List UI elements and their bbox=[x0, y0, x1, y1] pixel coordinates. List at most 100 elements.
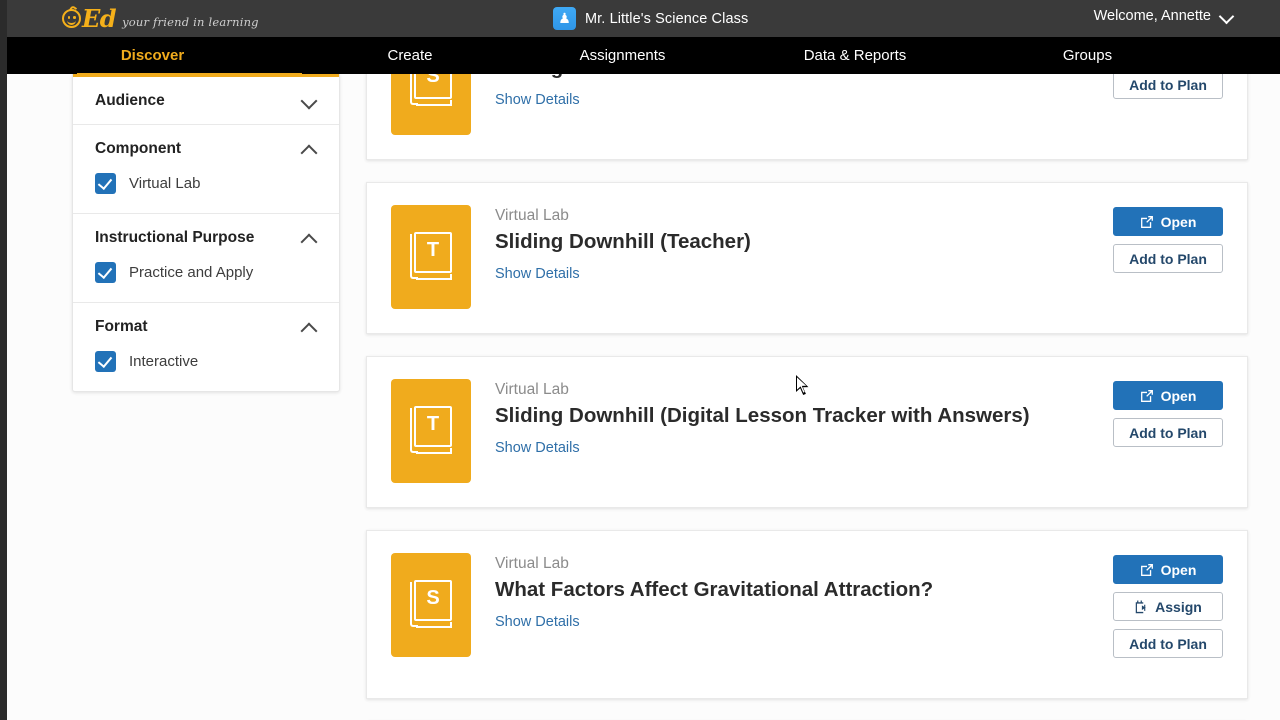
window-left-edge bbox=[0, 0, 7, 720]
filter-option[interactable]: Interactive bbox=[95, 350, 317, 391]
active-tab-underline bbox=[77, 73, 302, 77]
button-label: Add to Plan bbox=[1129, 635, 1207, 652]
filter-option-label: Virtual Lab bbox=[129, 175, 201, 192]
resource-card[interactable]: SVirtual LabSliding DownhillShow Details… bbox=[366, 74, 1248, 160]
filter-option[interactable]: Virtual Lab bbox=[95, 172, 317, 213]
resource-card-body: Virtual Lab Sliding Downhill (Teacher) Sho… bbox=[495, 205, 1113, 282]
class-name-label: Mr. Little's Science Class bbox=[585, 10, 749, 27]
chevron-up-icon[interactable] bbox=[301, 319, 317, 335]
nav-item-data-reports[interactable]: Data & Reports bbox=[730, 37, 980, 74]
filter-group-header[interactable]: Instructional Purpose bbox=[95, 214, 317, 261]
nav-item-assignments[interactable]: Assignments bbox=[515, 37, 730, 74]
welcome-label: Welcome, Annette bbox=[1093, 8, 1211, 24]
ed-logo-mark: Ed bbox=[62, 3, 117, 33]
external-link-icon bbox=[1140, 215, 1153, 228]
results-list: S Virtual Lab Sliding Downhill Show Details… bbox=[366, 74, 1248, 720]
resource-type-icon: T bbox=[391, 379, 471, 483]
add-to-plan-button[interactable]: Add to Plan bbox=[1113, 629, 1223, 658]
book-letter: T bbox=[426, 413, 440, 435]
nav-item-create[interactable]: Create bbox=[305, 37, 515, 74]
button-label: Assign bbox=[1155, 598, 1202, 615]
chevron-down-icon[interactable] bbox=[301, 93, 317, 109]
resource-card-actions: AssignAdd to Plan bbox=[1113, 74, 1223, 99]
filter-group-title: Component bbox=[95, 139, 182, 157]
book-letter: T bbox=[426, 239, 440, 261]
resource-title: What Factors Affect Gravitational Attrac… bbox=[495, 578, 934, 601]
resource-card-actions: Open Add to Plan bbox=[1113, 205, 1223, 273]
filter-group-title: Instructional Purpose bbox=[95, 228, 255, 246]
chevron-down-icon bbox=[1221, 10, 1234, 23]
resource-title: Sliding Downhill (Digital Lesson Tracker… bbox=[495, 404, 1030, 427]
nav-item-groups[interactable]: Groups bbox=[980, 37, 1195, 74]
filter-option-label: Interactive bbox=[129, 353, 199, 370]
ed-logo[interactable]: Ed your friend in learning bbox=[62, 3, 259, 33]
checkbox-checked-icon[interactable] bbox=[95, 173, 116, 194]
filter-option-label: Practice and Apply bbox=[129, 264, 254, 281]
book-glyph: T bbox=[410, 406, 452, 456]
resource-title: Sliding Downhill bbox=[495, 74, 1113, 80]
filter-group-title: Audience bbox=[95, 91, 165, 109]
show-details-link[interactable]: Show Details bbox=[495, 440, 1113, 456]
assign-button[interactable]: Assign bbox=[1113, 592, 1223, 621]
book-letter: S bbox=[426, 587, 440, 609]
resource-card[interactable]: T Virtual Lab Sliding Downhill (Digital Le… bbox=[366, 356, 1248, 508]
open-button[interactable]: Open bbox=[1113, 207, 1223, 236]
resource-type-icon: S bbox=[391, 553, 471, 657]
button-label: Open bbox=[1160, 561, 1197, 578]
main-nav: Discover Create Assignments Data & Reports G… bbox=[0, 37, 1280, 77]
chevron-up-icon[interactable] bbox=[301, 141, 317, 157]
show-details-link[interactable]: Show Details bbox=[495, 92, 1113, 108]
checkbox-checked-icon[interactable] bbox=[95, 351, 116, 372]
filter-group-audience: Audience bbox=[73, 77, 339, 125]
filter-group-header[interactable]: Component bbox=[95, 125, 317, 172]
user-menu[interactable]: Welcome, Annette bbox=[1094, 8, 1234, 24]
open-button[interactable]: Open bbox=[1113, 555, 1223, 584]
resource-card-actions: Open Assign Add to Plan bbox=[1113, 553, 1223, 658]
resource-card-body: Virtual LabSliding DownhillShow Details bbox=[495, 74, 1113, 108]
resource-type-label: Virtual Lab bbox=[495, 555, 569, 572]
top-bar: Ed your friend in learning ♟ Mr. Little'… bbox=[0, 0, 1280, 37]
filter-group-instructional-purpose: Instructional Purpose Practice and Apply bbox=[73, 214, 339, 303]
resource-type-icon: S bbox=[391, 74, 471, 135]
book-glyph: T bbox=[410, 232, 452, 282]
smiley-face-icon bbox=[62, 4, 81, 28]
filter-group-header[interactable]: Audience bbox=[95, 77, 317, 124]
show-details-link[interactable]: Show Details bbox=[495, 614, 1113, 630]
ed-logo-text: Ed bbox=[82, 3, 117, 33]
book-letter: S bbox=[426, 74, 440, 87]
app-root: Ed your friend in learning ♟ Mr. Little'… bbox=[0, 0, 1280, 720]
button-label: Add to Plan bbox=[1129, 250, 1207, 267]
nav-item-discover[interactable]: Discover bbox=[0, 37, 305, 74]
filter-group-component: Component Virtual Lab bbox=[73, 125, 339, 214]
filter-option[interactable]: Practice and Apply bbox=[95, 261, 317, 302]
filter-group-header[interactable]: Format bbox=[95, 303, 317, 350]
filter-group-title: Format bbox=[95, 317, 148, 335]
resource-card-body: Virtual Lab What Factors Affect Gravitati… bbox=[495, 553, 1113, 630]
chevron-up-icon[interactable] bbox=[301, 230, 317, 246]
button-label: Add to Plan bbox=[1129, 76, 1207, 93]
button-label: Open bbox=[1160, 387, 1197, 404]
filter-group-format: Format Interactive bbox=[73, 303, 339, 391]
button-label: Add to Plan bbox=[1129, 424, 1207, 441]
button-label: Open bbox=[1160, 213, 1197, 230]
resource-type-label: Virtual Lab bbox=[495, 381, 569, 398]
add-to-plan-button[interactable]: Add to Plan bbox=[1113, 244, 1223, 273]
ed-logo-tagline: your friend in learning bbox=[122, 14, 259, 29]
student-desk-icon: ♟ bbox=[553, 7, 576, 30]
book-glyph: S bbox=[410, 74, 452, 108]
show-details-link[interactable]: Show Details bbox=[495, 266, 1113, 282]
resource-card[interactable]: T Virtual Lab Sliding Downhill (Teacher) Sh… bbox=[366, 182, 1248, 334]
checkbox-checked-icon[interactable] bbox=[95, 262, 116, 283]
resource-card-actions: Open Add to Plan bbox=[1113, 379, 1223, 447]
external-link-icon bbox=[1140, 563, 1153, 576]
content-area: Audience Component Virtual Lab Instructiona… bbox=[7, 74, 1280, 720]
resource-card[interactable]: S Virtual Lab What Factors Affect Gravitat… bbox=[366, 530, 1248, 699]
class-selector[interactable]: ♟ Mr. Little's Science Class bbox=[553, 7, 748, 30]
add-to-plan-button[interactable]: Add to Plan bbox=[1113, 74, 1223, 99]
assign-calendar-icon bbox=[1135, 600, 1146, 613]
open-button[interactable]: Open bbox=[1113, 381, 1223, 410]
external-link-icon bbox=[1140, 389, 1153, 402]
filter-panel: Audience Component Virtual Lab Instructiona… bbox=[72, 74, 340, 392]
book-glyph: S bbox=[410, 580, 452, 630]
add-to-plan-button[interactable]: Add to Plan bbox=[1113, 418, 1223, 447]
